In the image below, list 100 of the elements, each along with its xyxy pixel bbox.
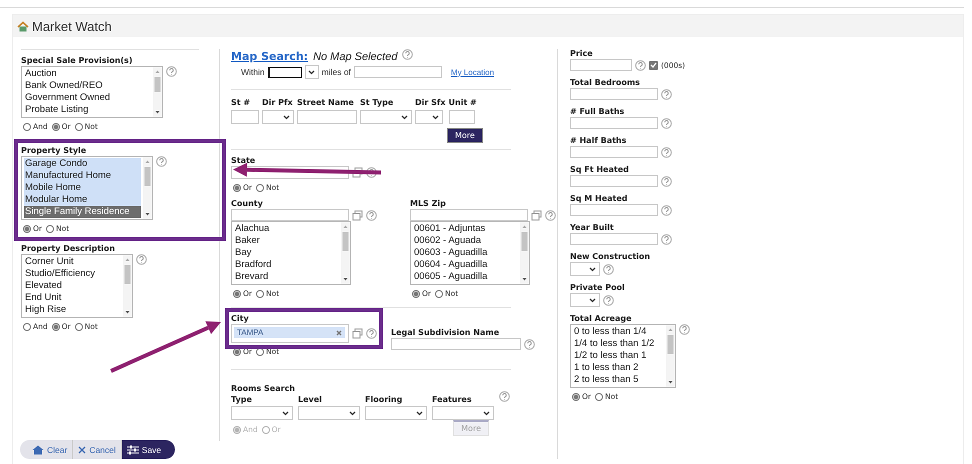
radio-button[interactable]	[74, 122, 83, 130]
text-field[interactable]	[570, 204, 658, 216]
help-icon	[679, 324, 690, 335]
radio-button[interactable]	[52, 322, 60, 330]
list-option[interactable]: Bradford	[234, 259, 339, 271]
chevron-icon	[589, 266, 596, 272]
radio-button[interactable]	[23, 122, 31, 130]
radio-button[interactable]	[233, 290, 241, 298]
list-option[interactable]: Single Family Residence	[24, 206, 141, 218]
radio-button[interactable]	[256, 290, 264, 298]
section-title: Rooms Search	[231, 384, 296, 394]
list-option[interactable]: 0 to less than 1/4	[573, 326, 664, 338]
checkbox[interactable]	[649, 60, 658, 70]
list-option[interactable]: Garage Condo	[24, 158, 141, 170]
radio-button[interactable]	[572, 392, 580, 400]
help-icon	[661, 146, 672, 158]
text-field[interactable]	[570, 146, 658, 158]
list-box[interactable]: Garage Condo Manufactured Home Mobile Home Modular Home Single Family Residence	[21, 156, 153, 220]
list-option[interactable]: 00604 - Aguadilla	[413, 259, 518, 271]
field-label: Legal Subdivision Name	[391, 328, 500, 338]
list-option[interactable]: 00601 - Adjuntas	[413, 223, 518, 235]
help-icon	[499, 391, 510, 402]
house-icon	[32, 444, 44, 454]
within-label: Within	[241, 67, 265, 77]
list-option[interactable]: Corner Unit	[24, 256, 121, 268]
list-box[interactable]: Corner Unit Studio/Efficiency Elevated End Unit High Rise	[21, 254, 133, 318]
radio-button[interactable]	[52, 122, 60, 130]
list-option[interactable]: Government Owned	[24, 92, 151, 104]
more-button[interactable]: More	[447, 128, 483, 143]
token-field[interactable]: TAMPA	[231, 324, 349, 343]
list-option[interactable]: High Rise	[24, 304, 121, 316]
list-option[interactable]: Probate Listing	[24, 104, 151, 116]
map-status: No Map Selected	[313, 51, 398, 63]
list-option[interactable]: Baker	[234, 235, 339, 247]
text-field[interactable]	[231, 110, 259, 124]
list-option[interactable]: Elevated	[24, 280, 121, 292]
field-label: Price	[570, 49, 594, 59]
radio-button[interactable]	[23, 224, 31, 232]
list-option[interactable]: Studio/Efficiency	[24, 268, 121, 280]
radio-button[interactable]	[23, 322, 31, 330]
number-field[interactable]	[268, 66, 302, 78]
help-icon	[156, 156, 167, 167]
field-label: City	[231, 314, 250, 324]
panel-title: Market Watch	[32, 18, 112, 34]
stacked-boxes-icon	[352, 210, 363, 220]
list-box[interactable]: Alachua Baker Bay Bradford Brevard	[231, 221, 351, 285]
radio-button[interactable]	[595, 392, 603, 400]
list-option[interactable]: Bank Owned/REO	[24, 80, 151, 92]
radio-button[interactable]	[233, 184, 241, 192]
list-option[interactable]: Modular Home	[24, 194, 141, 206]
list-option[interactable]: 2 to less than 5	[573, 374, 664, 386]
list-option[interactable]: End Unit	[24, 292, 121, 304]
text-field[interactable]	[570, 233, 658, 245]
list-option[interactable]: Manufactured Home	[24, 170, 141, 182]
field-label: Dir Sfx	[415, 98, 446, 108]
list-option[interactable]: Auction	[24, 68, 151, 80]
chevron-icon	[483, 410, 490, 416]
list-box[interactable]: 0 to less than 1/4 1/4 to less than 1/2 1/2 to less than 1 1 to less than 2 2 to less than 5	[570, 324, 676, 388]
list-option[interactable]: 1/4 to less than 1/2	[573, 338, 664, 350]
search-field[interactable]	[231, 209, 349, 221]
save-button[interactable]: Save	[122, 440, 176, 459]
list-option[interactable]: 00602 - Aguada	[413, 235, 518, 247]
list-option[interactable]: 1 to less than 2	[573, 362, 664, 374]
search-field[interactable]	[410, 209, 528, 221]
dropdown[interactable]	[304, 65, 319, 79]
chevron-icon	[589, 298, 596, 302]
field-label: Type	[231, 395, 253, 405]
scrollbar	[123, 255, 132, 317]
radio-button[interactable]	[74, 322, 83, 330]
text-field[interactable]	[570, 59, 632, 71]
radio-button[interactable]	[435, 290, 443, 298]
list-option[interactable]: Bay	[234, 247, 339, 259]
text-field[interactable]	[570, 117, 658, 129]
list-box[interactable]: Auction Bank Owned/REO Government Owned Probate Listing	[21, 66, 163, 118]
list-option[interactable]: Mobile Home	[24, 182, 141, 194]
clear-button[interactable]: Clear	[20, 440, 74, 459]
list-option[interactable]: 1/2 to less than 1	[573, 350, 664, 362]
my-location-link[interactable]: My Location	[450, 68, 494, 76]
list-option[interactable]: Alachua	[234, 223, 339, 235]
radio-button[interactable]	[412, 290, 420, 298]
map-search-link[interactable]: Map Search:	[231, 50, 308, 63]
radio-button[interactable]	[256, 184, 264, 192]
radio-button[interactable]	[46, 224, 54, 232]
field-label: Sq Ft Heated	[570, 165, 630, 175]
list-option[interactable]: 00605 - Aguadilla	[413, 271, 518, 283]
help-icon	[603, 294, 614, 306]
help-icon	[603, 264, 614, 274]
text-field[interactable]	[391, 338, 521, 350]
location-field[interactable]	[354, 66, 442, 78]
text-field[interactable]	[570, 175, 658, 187]
field-label: County	[231, 199, 264, 209]
token-chip[interactable]: TAMPA	[234, 327, 345, 338]
text-field[interactable]	[297, 110, 357, 124]
check-icon	[650, 62, 657, 68]
list-option[interactable]: 00603 - Aguadilla	[413, 247, 518, 259]
chevron-icon	[432, 114, 439, 120]
text-field[interactable]	[570, 88, 658, 100]
list-box[interactable]: 00601 - Adjuntas 00602 - Aguada 00603 - Aguadilla 00604 - Aguadilla 00605 - Aguadilla	[410, 221, 530, 285]
list-option[interactable]: Brevard	[234, 271, 339, 283]
text-field[interactable]	[448, 110, 475, 124]
